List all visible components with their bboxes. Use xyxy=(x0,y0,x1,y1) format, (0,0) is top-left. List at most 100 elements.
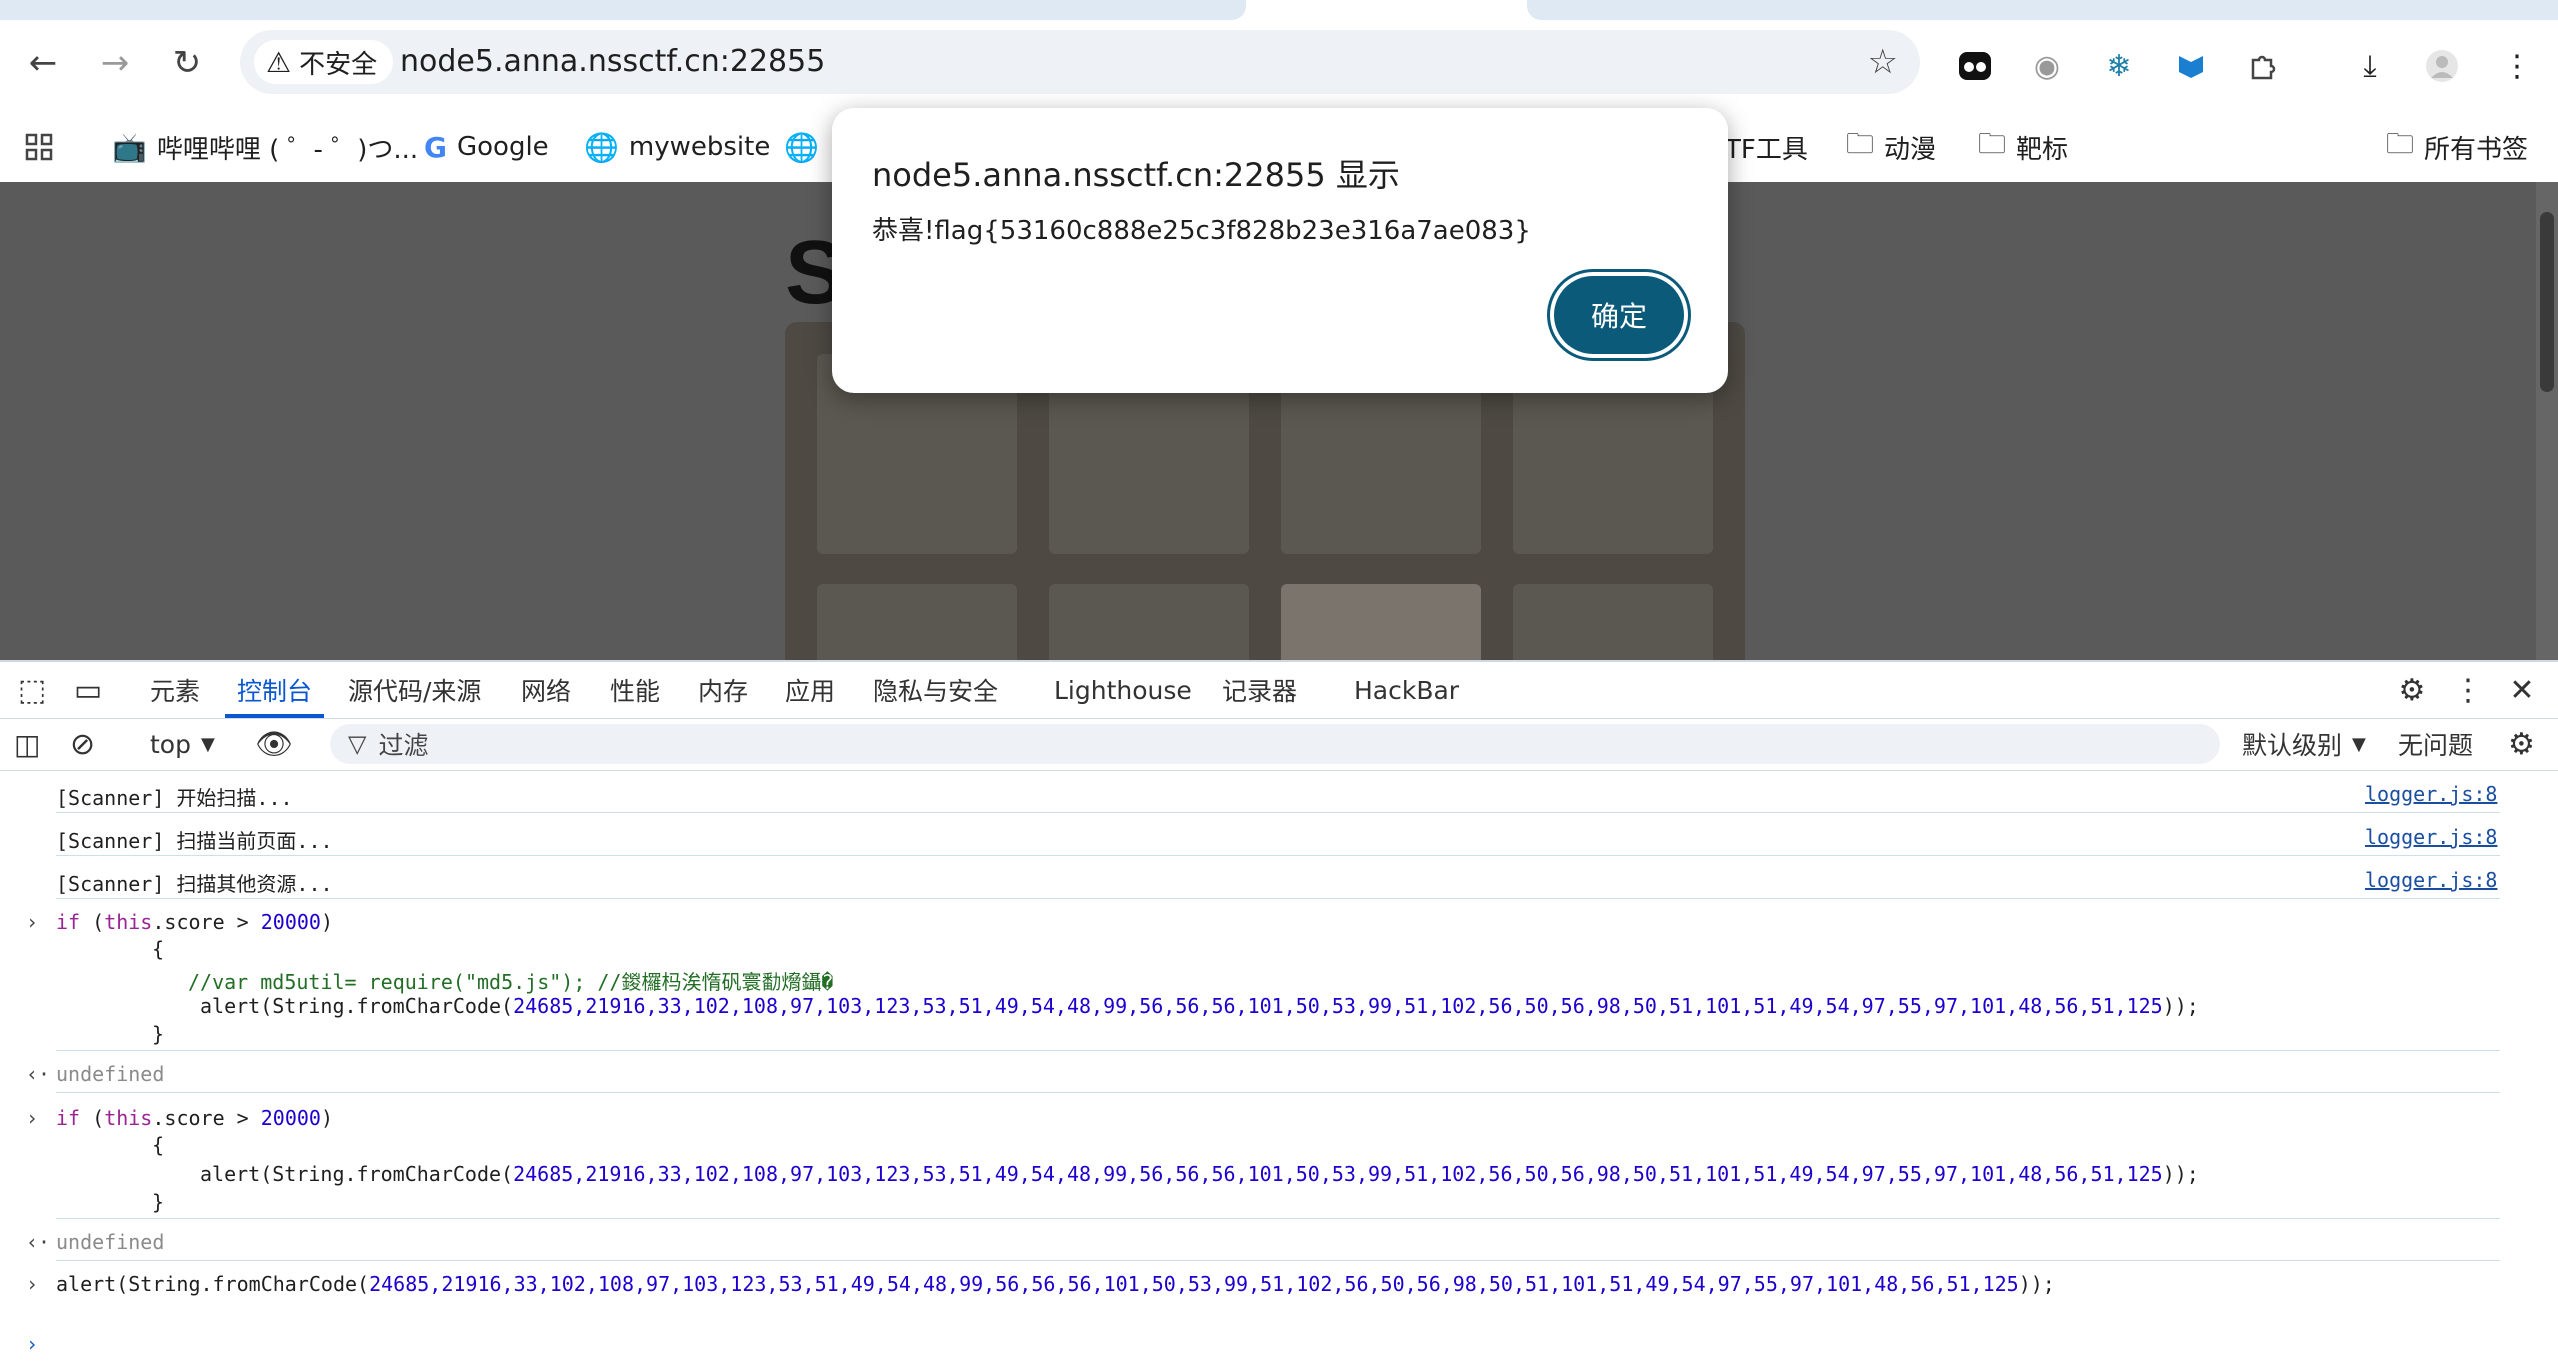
filter-input[interactable]: ▽ 过滤 xyxy=(330,724,2220,764)
extension-icon[interactable]: ◉ xyxy=(2027,46,2067,86)
close-icon[interactable]: ✕ xyxy=(2502,670,2542,710)
devtools-tabbar: ⬚ ▭ 元素 控制台 源代码/来源 网络 性能 内存 应用 隐私与安全 Ligh… xyxy=(0,662,2558,719)
grid-cell xyxy=(817,584,1017,660)
divider xyxy=(56,1050,2500,1051)
scrollbar-thumb[interactable] xyxy=(2540,212,2554,392)
console-settings-gear-icon[interactable]: ⚙ xyxy=(2508,724,2535,764)
tab-lighthouse[interactable]: Lighthouse xyxy=(1054,662,1192,718)
tab-hackbar[interactable]: HackBar xyxy=(1354,662,1459,718)
security-chip[interactable]: ⚠ 不安全 xyxy=(254,40,394,84)
console-input-entry: › if (this.score > 20000) { alert(String… xyxy=(0,1106,2500,1256)
bookmark-folder-anime[interactable]: 🗀 动漫 xyxy=(1846,116,1936,178)
result-arrow-icon: ‹· xyxy=(26,1230,51,1254)
divider xyxy=(56,1218,2500,1219)
code-line: { xyxy=(152,1133,165,1157)
tab-network[interactable]: 网络 xyxy=(521,662,571,718)
live-expression-eye-icon[interactable]: 👁 xyxy=(255,724,293,764)
snowflake-extension-icon[interactable]: ❄ xyxy=(2099,46,2139,86)
expand-chevron-icon[interactable]: › xyxy=(26,910,38,934)
code-line: if (this.score > 20000) xyxy=(56,910,333,934)
context-selector[interactable]: top ▼ xyxy=(150,724,215,764)
forward-button[interactable]: → xyxy=(92,40,138,86)
tab-strip xyxy=(0,0,2558,20)
profile-avatar[interactable] xyxy=(2422,46,2462,86)
context-label: top xyxy=(150,729,191,759)
log-message: [Scanner] 扫描当前页面... xyxy=(56,829,333,853)
tab-application[interactable]: 应用 xyxy=(785,662,835,718)
inspect-element-icon[interactable]: ⬚ xyxy=(12,670,52,710)
browser-tab[interactable] xyxy=(1527,0,2558,20)
apps-grid-icon[interactable] xyxy=(24,116,54,178)
extensions-puzzle-icon[interactable] xyxy=(2243,46,2283,86)
log-source-link[interactable]: logger.js:8 xyxy=(2365,825,2497,849)
bookmark-google[interactable]: G Google xyxy=(424,116,549,178)
all-bookmarks[interactable]: 🗀 所有书签 xyxy=(2386,116,2528,178)
address-bar[interactable]: ⚠ 不安全 node5.anna.nssctf.cn:22855 ☆ xyxy=(240,30,1920,94)
tab-console[interactable]: 控制台 xyxy=(224,662,325,718)
extension-icon[interactable] xyxy=(2171,46,2211,86)
log-message: [Scanner] 开始扫描... xyxy=(56,786,293,810)
bookmark-globe[interactable]: 🌐 xyxy=(784,116,819,178)
expand-chevron-icon[interactable]: › xyxy=(26,1106,38,1130)
grid-cell xyxy=(1049,584,1249,660)
console-toolbar: ◫ ⊘ top ▼ 👁 ▽ 过滤 默认级别 ▼ 无问题 ⚙ xyxy=(0,718,2558,771)
expand-chevron-icon[interactable]: › xyxy=(26,1272,38,1296)
code-line: alert(String.fromCharCode(24685,21916,33… xyxy=(56,1272,2055,1296)
dialog-message: 恭喜!flag{53160c888e25c3f828b23e316a7ae083… xyxy=(872,216,1531,246)
browser-tab[interactable] xyxy=(0,0,1246,20)
log-level-dropdown[interactable]: 默认级别 ▼ xyxy=(2242,724,2366,764)
google-icon: G xyxy=(424,130,447,164)
bookmark-label: 所有书签 xyxy=(2424,134,2529,165)
result-arrow-icon: ‹· xyxy=(26,1062,51,1086)
ok-button[interactable]: 确定 xyxy=(1554,276,1684,354)
divider xyxy=(56,1092,2500,1093)
code-comment: //var md5util= require("md5.js"); //鍐欏杩涘… xyxy=(188,970,834,994)
filter-icon: ▽ xyxy=(348,730,367,758)
bookmark-label: 动漫 xyxy=(1884,134,1937,165)
settings-gear-icon[interactable]: ⚙ xyxy=(2392,670,2432,710)
url-text[interactable]: node5.anna.nssctf.cn:22855 xyxy=(400,44,825,79)
issues-button[interactable]: 无问题 xyxy=(2398,724,2473,764)
filter-placeholder: 过滤 xyxy=(378,731,429,760)
bookmark-mywebsite[interactable]: 🌐 mywebsite xyxy=(584,116,770,178)
log-source-link[interactable]: logger.js:8 xyxy=(2365,782,2497,806)
prompt-chevron-icon: › xyxy=(26,1332,39,1356)
devtools-panel: ⬚ ▭ 元素 控制台 源代码/来源 网络 性能 内存 应用 隐私与安全 Ligh… xyxy=(0,660,2558,1372)
divider xyxy=(56,855,2500,856)
tab-memory[interactable]: 内存 xyxy=(698,662,748,718)
bookmark-label: 靶标 xyxy=(2016,134,2069,165)
extension-icon[interactable] xyxy=(1955,46,1995,86)
reload-button[interactable]: ↻ xyxy=(164,40,210,86)
log-level-label: 默认级别 xyxy=(2242,731,2343,760)
folder-icon: 🗀 xyxy=(2386,127,2415,160)
bookmark-ctf-tools[interactable]: TF工具 xyxy=(1725,116,1808,178)
tab-recorder[interactable]: 记录器 xyxy=(1222,662,1297,718)
clear-console-icon[interactable]: ⊘ xyxy=(70,724,95,764)
tab-privacy-security[interactable]: 隐私与安全 xyxy=(873,662,998,718)
result-value: undefined xyxy=(56,1230,165,1254)
page-scrollbar[interactable] xyxy=(2536,182,2558,660)
bookmark-bilibili[interactable]: 📺 哔哩哔哩 ( ゜- ゜)つ... xyxy=(112,116,418,178)
tab-elements[interactable]: 元素 xyxy=(150,662,200,718)
tab-performance[interactable]: 性能 xyxy=(610,662,660,718)
chevron-down-icon: ▼ xyxy=(2352,733,2366,755)
alert-dialog: node5.anna.nssctf.cn:22855 显示 恭喜!flag{53… xyxy=(832,108,1728,393)
bookmark-star-icon[interactable]: ☆ xyxy=(1868,42,1898,82)
log-source-link[interactable]: logger.js:8 xyxy=(2365,868,2497,892)
sidebar-toggle-icon[interactable]: ◫ xyxy=(14,724,40,764)
code-line: if (this.score > 20000) xyxy=(56,1106,333,1130)
console-output: [Scanner] 开始扫描... logger.js:8 [Scanner] … xyxy=(0,772,2558,1372)
divider xyxy=(56,1260,2500,1261)
bookmark-folder-targets[interactable]: 🗀 靶标 xyxy=(1978,116,2068,178)
more-options-icon[interactable]: ⋮ xyxy=(2448,670,2488,710)
tab-sources[interactable]: 源代码/来源 xyxy=(348,662,481,718)
bookmark-label: Google xyxy=(456,132,549,162)
device-toolbar-icon[interactable]: ▭ xyxy=(68,670,108,710)
code-line: } xyxy=(152,1022,165,1046)
folder-icon: 🗀 xyxy=(1846,127,1875,160)
menu-kebab-icon[interactable]: ⋮ xyxy=(2497,46,2537,86)
grid-cell xyxy=(1513,584,1713,660)
globe-icon: 🌐 xyxy=(784,130,819,164)
download-icon[interactable]: ⤓ xyxy=(2350,46,2390,86)
back-button[interactable]: ← xyxy=(20,40,66,86)
